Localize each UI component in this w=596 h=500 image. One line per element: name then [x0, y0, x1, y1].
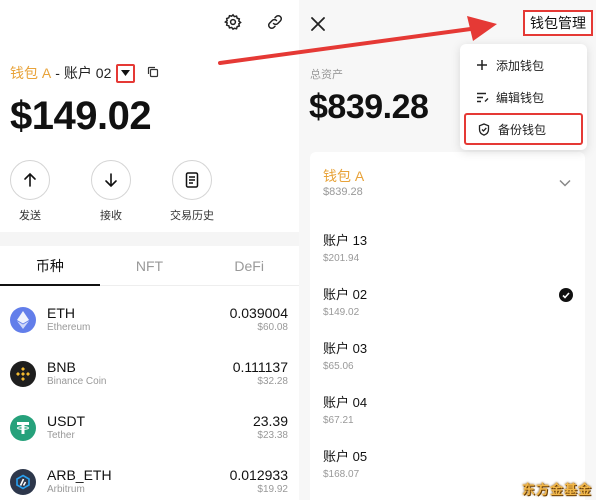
token-symbol: BNB [47, 359, 76, 375]
token-amount: 23.39 [252, 413, 288, 429]
edit-list-icon [475, 92, 489, 103]
wallet-manage-button[interactable]: 钱包管理 [523, 10, 593, 36]
wallet-manage-menu: 添加钱包 编辑钱包 备份钱包 [460, 44, 587, 150]
caret-down-icon [121, 70, 131, 76]
tab-defi[interactable]: DeFi [199, 246, 299, 285]
separator: - [55, 65, 60, 81]
receive-label: 接收 [100, 210, 122, 222]
total-assets-label: 总资产 [310, 69, 343, 81]
top-icons [223, 12, 285, 32]
account-value: $149.02 [323, 307, 360, 318]
checkmark-icon [559, 288, 573, 302]
history-button[interactable]: 交易历史 [170, 160, 214, 223]
account-name: 账户 03 [323, 341, 368, 356]
arrow-down-icon [91, 160, 131, 200]
account-value: $201.94 [323, 253, 360, 264]
binance-icon [10, 361, 36, 387]
wallet-name[interactable]: 钱包 A [323, 166, 364, 186]
token-symbol: ARB_ETH [47, 467, 112, 483]
account-row[interactable]: 账户 04 $67.21 [323, 392, 573, 432]
close-icon[interactable] [308, 14, 328, 34]
wallet-home-panel: 钱包 A - 账户 02 $149.02 发送 接收 交易历史 币种 NFT D… [0, 0, 299, 500]
menu-item-add-wallet[interactable]: 添加钱包 [460, 49, 587, 81]
receive-button[interactable]: 接收 [91, 160, 131, 223]
total-assets-amount: $839.28 [309, 88, 429, 126]
account-dropdown-button[interactable] [116, 63, 136, 83]
wallet-card: 钱包 A $839.28 账户 13 $201.94 账户 02 $149.02… [310, 152, 585, 500]
account-row-selected[interactable]: 账户 02 $149.02 [323, 284, 573, 324]
token-amount: 0.012933 [229, 467, 288, 483]
wallet-manager-panel: 钱包管理 总资产 $839.28 钱包 A $839.28 账户 13 $201… [299, 0, 596, 500]
account-name: 账户 05 [323, 449, 368, 464]
token-usd-value: $32.28 [257, 376, 288, 387]
token-amount: 0.111137 [232, 359, 288, 375]
menu-item-edit-wallet[interactable]: 编辑钱包 [460, 81, 587, 113]
plus-icon [475, 59, 489, 71]
arbitrum-icon [10, 469, 36, 495]
tab-tokens[interactable]: 币种 [0, 246, 100, 286]
token-row-arb[interactable]: ARB_ETH Arbitrum 0.012933 $19.92 [0, 462, 299, 500]
account-name: 账户 02 [63, 65, 112, 81]
account-value: $65.06 [323, 361, 354, 372]
send-button[interactable]: 发送 [10, 160, 50, 223]
wallet-amount: $839.28 [323, 186, 363, 198]
token-list: ETH Ethereum 0.039004 $60.08 BNB Binance… [0, 300, 299, 500]
menu-item-backup-wallet[interactable]: 备份钱包 [464, 113, 583, 145]
history-label: 交易历史 [170, 210, 214, 222]
copy-icon[interactable] [147, 65, 159, 83]
action-buttons: 发送 接收 交易历史 [10, 160, 214, 223]
account-name: 账户 04 [323, 395, 368, 410]
token-usd-value: $23.38 [257, 430, 288, 441]
token-amount: 0.039004 [229, 305, 288, 321]
tether-icon [10, 415, 36, 441]
tab-nft[interactable]: NFT [100, 246, 200, 285]
section-divider [0, 232, 299, 246]
token-usd-value: $19.92 [257, 484, 288, 495]
wallet-name: 钱包 A [10, 65, 52, 81]
link-icon[interactable] [265, 12, 285, 32]
menu-item-label: 备份钱包 [498, 122, 547, 137]
shield-icon [477, 122, 491, 136]
token-row-usdt[interactable]: USDT Tether 23.39 $23.38 [0, 408, 299, 462]
menu-item-label: 编辑钱包 [496, 90, 545, 105]
account-value: $67.21 [323, 415, 354, 426]
account-name: 账户 02 [323, 287, 368, 302]
document-icon [172, 160, 212, 200]
token-symbol: ETH [47, 305, 75, 321]
account-row[interactable]: 账户 03 $65.06 [323, 338, 573, 378]
send-label: 发送 [19, 210, 41, 222]
token-row-bnb[interactable]: BNB Binance Coin 0.111137 $32.28 [0, 354, 299, 408]
token-name: Tether [47, 430, 75, 441]
token-row-eth[interactable]: ETH Ethereum 0.039004 $60.08 [0, 300, 299, 354]
token-name: Arbitrum [47, 484, 85, 495]
gear-icon[interactable] [223, 12, 243, 32]
account-balance: $149.02 [10, 94, 152, 138]
ethereum-icon [10, 307, 36, 333]
account-row[interactable]: 账户 13 $201.94 [323, 230, 573, 270]
chevron-down-icon[interactable] [559, 174, 571, 192]
token-usd-value: $60.08 [257, 322, 288, 333]
asset-tabs: 币种 NFT DeFi [0, 246, 299, 286]
wallet-account-selector[interactable]: 钱包 A - 账户 02 [10, 63, 136, 83]
arrow-up-icon [10, 160, 50, 200]
watermark: 东方金基金 [521, 483, 592, 498]
menu-item-label: 添加钱包 [496, 58, 545, 73]
token-name: Ethereum [47, 322, 91, 333]
token-name: Binance Coin [47, 376, 107, 387]
token-symbol: USDT [47, 413, 86, 429]
account-name: 账户 13 [323, 233, 368, 248]
